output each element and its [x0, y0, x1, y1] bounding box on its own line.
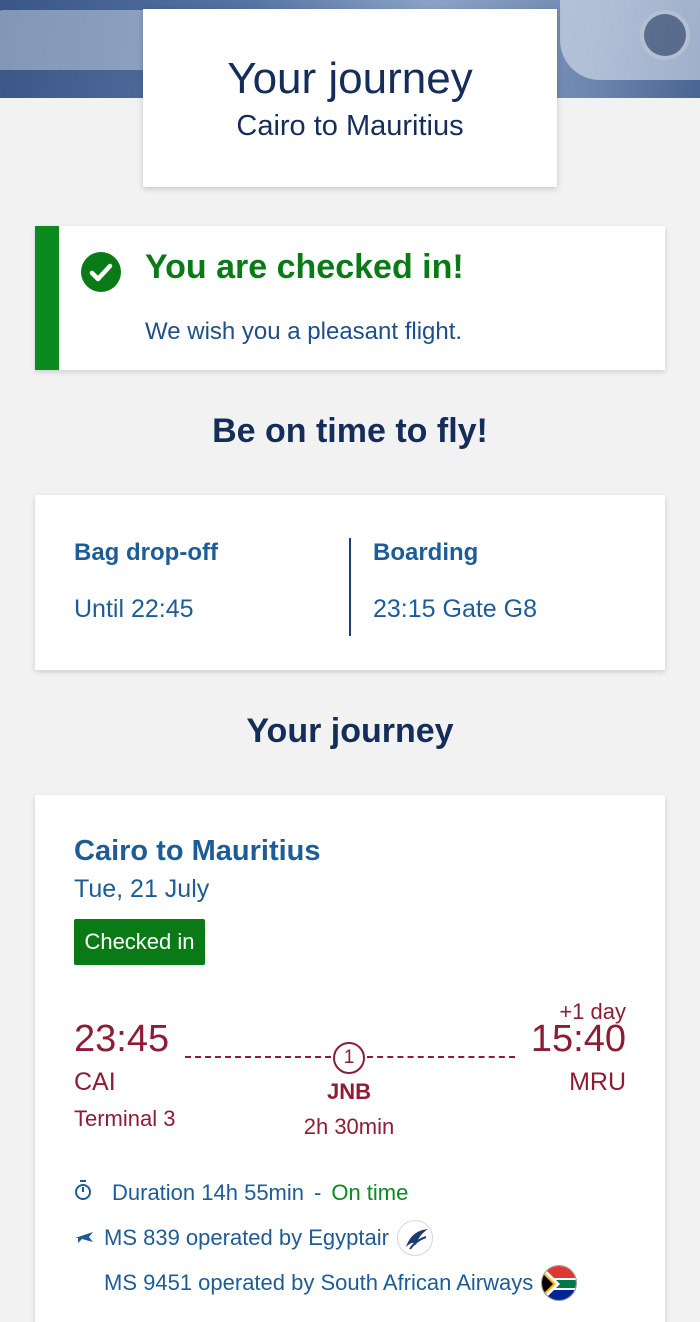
times-divider [349, 538, 351, 636]
boarding-label: Boarding [373, 539, 479, 566]
checkin-confirmation-card: You are checked in! We wish you a pleasa… [35, 226, 665, 370]
duration-row: Duration 14h 55min - On time [74, 1179, 408, 1207]
flight-status: On time [331, 1180, 409, 1205]
departure-terminal: Terminal 3 [74, 1106, 176, 1131]
page-title: Your journey [227, 54, 473, 103]
route-line-left [185, 1056, 331, 1058]
journey-details-card[interactable]: Cairo to Mauritius Tue, 21 July Checked … [35, 795, 665, 1322]
checkin-message: We wish you a pleasant flight. [145, 318, 463, 345]
airplane-icon [74, 1225, 94, 1251]
route-line-right [367, 1056, 515, 1058]
separator: - [314, 1180, 322, 1205]
status-badge: Checked in [74, 919, 205, 965]
stopwatch-icon [74, 1179, 94, 1207]
flight-segment-2: MS 9451 operated by South African Airway… [104, 1265, 578, 1301]
south-africa-flag-icon [541, 1265, 578, 1301]
boarding-value: 23:15 Gate G8 [373, 595, 538, 623]
journey-date: Tue, 21 July [74, 875, 210, 903]
journey-route: Cairo to Mauritius [74, 835, 321, 867]
arrival-code: MRU [569, 1068, 626, 1096]
bag-dropoff-value: Until 22:45 [74, 595, 194, 623]
departure-code: CAI [74, 1068, 116, 1096]
page-subtitle: Cairo to Mauritius [236, 110, 464, 142]
arrival-time: 15:40 [530, 1018, 626, 1060]
duration-text: Duration 14h 55min [112, 1180, 305, 1205]
bag-dropoff-label: Bag drop-off [74, 539, 218, 566]
aircraft-engine-graphic [640, 10, 690, 60]
stop-code: JNB [326, 1079, 371, 1104]
journey-title-card: Your journey Cairo to Mauritius [143, 9, 557, 187]
stop-count-icon: 1 [333, 1042, 365, 1074]
be-on-time-title: Be on time to fly! [212, 412, 488, 450]
egyptair-logo-icon [396, 1220, 433, 1256]
flight-segment-1: MS 839 operated by Egyptair [74, 1220, 433, 1256]
stop-layover: 2h 30min [303, 1114, 395, 1139]
departure-time: 23:45 [74, 1018, 170, 1060]
flight-2-text: MS 9451 operated by South African Airway… [104, 1270, 534, 1295]
checkin-heading: You are checked in! [145, 248, 464, 286]
times-card: Bag drop-off Until 22:45 Boarding 23:15 … [35, 495, 665, 670]
flight-1-text: MS 839 operated by Egyptair [104, 1225, 389, 1250]
checkmark-circle-icon [81, 252, 121, 292]
your-journey-title: Your journey [246, 712, 454, 750]
